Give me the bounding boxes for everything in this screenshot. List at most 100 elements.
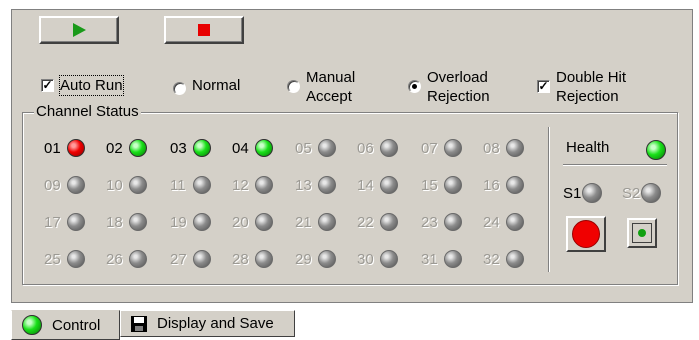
double-hit-rejection-label: Double Hit Rejection: [556, 69, 627, 105]
channel-label: 29: [295, 250, 312, 268]
channel-led-icon: [318, 250, 336, 268]
channel-04: 04: [232, 139, 273, 157]
channel-label: 18: [106, 213, 123, 231]
channel-03: 03: [170, 139, 211, 157]
channel-18: 18: [106, 213, 147, 231]
channel-label: 26: [106, 250, 123, 268]
channel-led-icon: [255, 139, 273, 157]
manual-accept-radio[interactable]: Manual Accept: [287, 68, 355, 106]
channel-02: 02: [106, 139, 147, 157]
channel-label: 19: [170, 213, 187, 231]
channel-led-icon: [67, 139, 85, 157]
channel-label: 10: [106, 176, 123, 194]
channel-label: 12: [232, 176, 249, 194]
health-divider: [563, 164, 667, 166]
auto-run-label: Auto Run: [59, 75, 124, 96]
channel-label: 05: [295, 139, 312, 157]
channel-led-icon: [255, 213, 273, 231]
channel-label: 16: [483, 176, 500, 194]
channel-23: 23: [421, 213, 462, 231]
auto-run-checkbox[interactable]: ✓ Auto Run: [41, 75, 124, 96]
channel-label: 24: [483, 213, 500, 231]
channel-led-icon: [380, 250, 398, 268]
channel-label: 17: [44, 213, 61, 231]
channel-07: 07: [421, 139, 462, 157]
channel-17: 17: [44, 213, 85, 231]
channel-led-icon: [444, 139, 462, 157]
channel-21: 21: [295, 213, 336, 231]
channel-led-icon: [67, 176, 85, 194]
channel-label: 20: [232, 213, 249, 231]
channel-led-icon: [255, 250, 273, 268]
channel-label: 11: [170, 176, 186, 194]
channel-led-icon: [506, 250, 524, 268]
channel-label: 30: [357, 250, 374, 268]
channel-label: 01: [44, 139, 61, 157]
channel-led-icon: [506, 213, 524, 231]
overload-rejection-radio-circle[interactable]: [408, 80, 421, 93]
channel-label: 21: [295, 213, 312, 231]
channel-led-icon: [318, 139, 336, 157]
status-button-frame: [632, 223, 652, 243]
channel-01: 01: [44, 139, 85, 157]
manual-accept-label: Manual Accept: [306, 69, 356, 105]
tab-control-label: Control: [52, 316, 101, 334]
s2-label: S2: [622, 184, 641, 202]
channel-led-icon: [129, 176, 147, 194]
stop-button[interactable]: [164, 16, 244, 44]
channel-label: 07: [421, 139, 438, 157]
tab-control[interactable]: Control: [11, 310, 120, 340]
channel-30: 30: [357, 250, 398, 268]
green-led-icon: [22, 315, 42, 335]
channel-25: 25: [44, 250, 85, 268]
channel-06: 06: [357, 139, 398, 157]
manual-accept-radio-circle[interactable]: [287, 80, 300, 93]
health-label: Health: [566, 139, 610, 156]
play-button[interactable]: [39, 16, 119, 44]
floppy-disk-icon: [131, 315, 147, 332]
channel-14: 14: [357, 176, 398, 194]
overload-rejection-label: Overload Rejection: [427, 69, 490, 105]
channel-20: 20: [232, 213, 273, 231]
double-hit-rejection-checkbox[interactable]: ✓ Double Hit Rejection: [537, 68, 626, 106]
s1-label: S1: [563, 184, 582, 202]
auto-run-check[interactable]: ✓: [41, 79, 54, 92]
channel-12: 12: [232, 176, 273, 194]
channel-label: 32: [483, 250, 500, 268]
double-hit-rejection-check[interactable]: ✓: [537, 80, 550, 93]
tab-display-and-save-label: Display and Save: [157, 315, 274, 332]
channel-24: 24: [483, 213, 524, 231]
normal-label: Normal: [192, 77, 241, 94]
channel-status-title: Channel Status: [34, 103, 141, 120]
channel-15: 15: [421, 176, 462, 194]
channel-13: 13: [295, 176, 336, 194]
stop-icon: [198, 24, 210, 36]
alarm-button[interactable]: [566, 216, 606, 252]
overload-rejection-radio[interactable]: Overload Rejection: [408, 68, 490, 106]
red-circle-icon: [572, 220, 600, 248]
channel-label: 13: [295, 176, 312, 194]
tab-display-and-save[interactable]: Display and Save: [120, 310, 295, 337]
channel-led-icon: [380, 139, 398, 157]
normal-radio[interactable]: Normal: [173, 76, 240, 95]
channel-19: 19: [170, 213, 211, 231]
channel-label: 25: [44, 250, 61, 268]
channel-22: 22: [357, 213, 398, 231]
channel-label: 15: [421, 176, 438, 194]
green-dot-icon: [638, 229, 646, 237]
channel-label: 22: [357, 213, 374, 231]
channel-label: 27: [170, 250, 187, 268]
channel-led-icon: [318, 213, 336, 231]
channel-led-icon: [67, 213, 85, 231]
channel-10: 10: [106, 176, 147, 194]
status-button[interactable]: [627, 218, 657, 248]
channel-led-icon: [444, 250, 462, 268]
channel-label: 28: [232, 250, 249, 268]
channel-28: 28: [232, 250, 273, 268]
normal-radio-circle[interactable]: [173, 82, 186, 95]
channel-led-icon: [129, 213, 147, 231]
channel-led-icon: [129, 139, 147, 157]
channel-led-icon: [129, 250, 147, 268]
channel-08: 08: [483, 139, 524, 157]
channel-led-icon: [506, 176, 524, 194]
